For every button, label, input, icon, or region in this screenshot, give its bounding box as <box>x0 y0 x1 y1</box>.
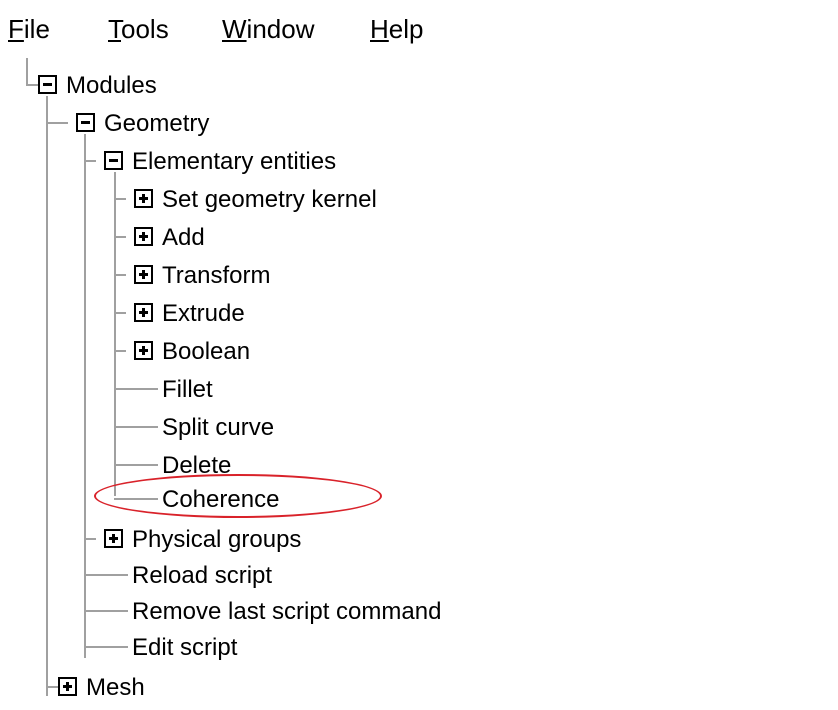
tree-node-reload-script[interactable]: Reload script <box>130 562 370 600</box>
tree-label-delete: Delete <box>162 452 232 479</box>
tree-guide <box>84 646 128 648</box>
tree-label-add: Add <box>162 224 205 251</box>
tree-guide <box>114 236 126 238</box>
tree-node-geometry[interactable]: Geometry <box>76 110 276 148</box>
tree-label-fillet: Fillet <box>162 376 213 403</box>
tree-guide <box>26 84 38 86</box>
tree-label-physical-groups: Physical groups <box>132 526 302 553</box>
tree-node-edit-script[interactable]: Edit script <box>130 634 330 672</box>
tree-guide <box>114 388 158 390</box>
collapse-toggle-icon[interactable] <box>76 113 95 132</box>
tree-guide <box>46 686 58 688</box>
menu-window[interactable]: Window <box>222 14 314 44</box>
tree-node-physical-groups[interactable]: Physical groups <box>104 524 384 562</box>
tree-label-modules: Modules <box>66 72 157 99</box>
tree-node-coherence[interactable]: Coherence <box>160 486 360 524</box>
tree-label-remove-last-script-command: Remove last script command <box>132 598 442 625</box>
tree-node-elementary-entities[interactable]: Elementary entities <box>104 148 424 186</box>
tree-label-boolean: Boolean <box>162 338 251 365</box>
tree-label-split-curve: Split curve <box>162 414 275 441</box>
tree-guide <box>46 96 48 696</box>
expand-toggle-icon[interactable] <box>104 529 123 548</box>
tree-node-transform[interactable]: Transform <box>134 262 354 300</box>
expand-toggle-icon[interactable] <box>134 303 153 322</box>
tree-node-add[interactable]: Add <box>134 224 334 262</box>
tree-label-set-geometry-kernel: Set geometry kernel <box>162 186 377 213</box>
tree-guide <box>26 58 28 84</box>
tree-guide <box>114 464 158 466</box>
tree-guide <box>114 498 158 500</box>
tree-guide <box>114 312 126 314</box>
tree-guide <box>84 160 96 162</box>
tree-label-edit-script: Edit script <box>132 634 238 661</box>
module-tree: Modules Geometry Elementary entities Set… <box>0 58 838 708</box>
tree-label-transform: Transform <box>162 262 271 289</box>
tree-node-split-curve[interactable]: Split curve <box>160 414 360 452</box>
tree-guide <box>114 198 126 200</box>
tree-node-modules[interactable]: Modules <box>38 72 238 110</box>
tree-label-extrude: Extrude <box>162 300 245 327</box>
expand-toggle-icon[interactable] <box>134 227 153 246</box>
menu-file[interactable]: File <box>8 14 50 44</box>
expand-toggle-icon[interactable] <box>134 341 153 360</box>
tree-guide <box>84 134 86 658</box>
tree-guide <box>114 350 126 352</box>
tree-guide <box>84 574 128 576</box>
collapse-toggle-icon[interactable] <box>104 151 123 170</box>
tree-label-geometry: Geometry <box>104 110 210 137</box>
tree-guide <box>46 122 68 124</box>
collapse-toggle-icon[interactable] <box>38 75 57 94</box>
expand-toggle-icon[interactable] <box>134 189 153 208</box>
expand-toggle-icon[interactable] <box>134 265 153 284</box>
tree-node-fillet[interactable]: Fillet <box>160 376 340 414</box>
tree-node-remove-last-script-command[interactable]: Remove last script command <box>130 598 550 636</box>
tree-node-delete[interactable]: Delete <box>160 452 340 490</box>
menu-help[interactable]: Help <box>370 14 423 44</box>
tree-label-elementary-entities: Elementary entities <box>132 148 337 175</box>
tree-guide <box>84 538 96 540</box>
tree-guide <box>114 426 158 428</box>
tree-node-extrude[interactable]: Extrude <box>134 300 334 338</box>
tree-label-mesh: Mesh <box>86 674 145 701</box>
tree-label-reload-script: Reload script <box>132 562 273 589</box>
expand-toggle-icon[interactable] <box>58 677 77 696</box>
tree-guide <box>84 610 128 612</box>
menu-bar: File Tools Window Help <box>0 0 838 58</box>
tree-guide <box>114 172 116 496</box>
tree-label-coherence: Coherence <box>162 486 280 513</box>
menu-tools[interactable]: Tools <box>108 14 169 44</box>
tree-guide <box>114 274 126 276</box>
tree-node-mesh[interactable]: Mesh <box>58 672 258 710</box>
tree-node-set-geometry-kernel[interactable]: Set geometry kernel <box>134 186 454 224</box>
tree-node-boolean[interactable]: Boolean <box>134 338 334 376</box>
